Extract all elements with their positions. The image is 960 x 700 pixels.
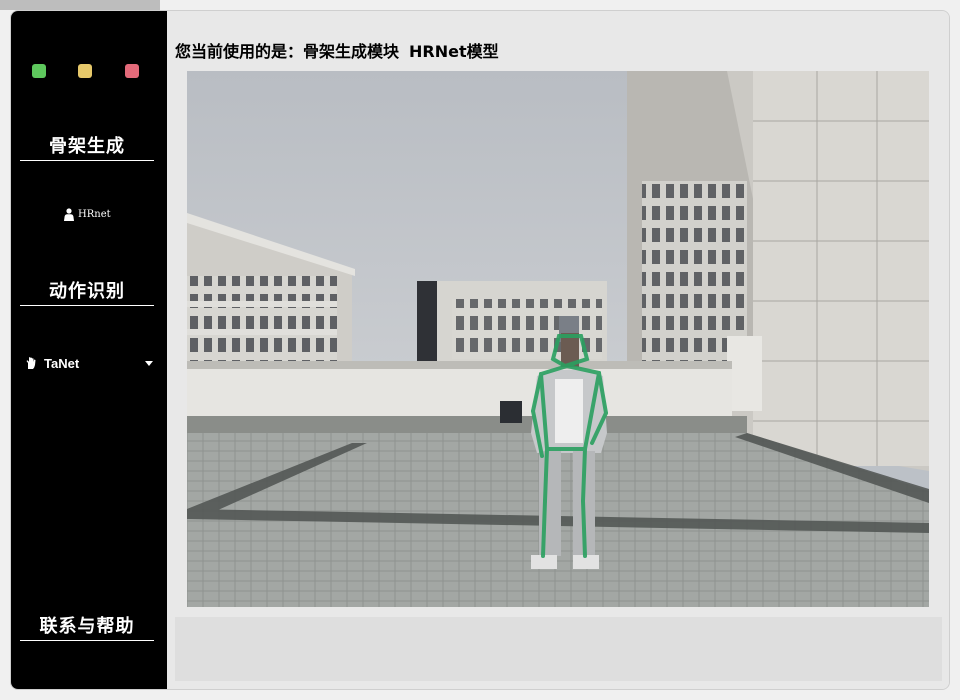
action-section-title: 动作识别 (20, 277, 154, 306)
sidebar-item-tanet[interactable]: TaNet (25, 354, 153, 372)
maximize-button[interactable] (32, 64, 46, 78)
person-icon (64, 208, 74, 221)
main-content: 您当前使用的是：骨架生成模块 HRNet模型 (167, 11, 949, 689)
sidebar-item-hrnet-label: HRnet (78, 209, 111, 220)
page-title-module: 您当前使用的是：骨架生成模块 (175, 42, 400, 61)
skeleton-section-title: 骨架生成 (20, 132, 154, 161)
help-section-title[interactable]: 联系与帮助 (20, 612, 154, 641)
hand-icon (26, 357, 36, 369)
page-title: 您当前使用的是：骨架生成模块 HRNet模型 (175, 38, 499, 62)
window-top-strip (0, 0, 160, 10)
page-title-model: HRNet模型 (409, 42, 499, 61)
chevron-down-icon[interactable] (145, 360, 153, 366)
output-panel (175, 617, 942, 681)
video-frame (187, 71, 929, 607)
sidebar-item-hrnet[interactable]: HRnet (63, 208, 111, 221)
sidebar: 骨架生成 HRnet 动作识别 TaNet 联系与帮助 (11, 11, 167, 689)
sidebar-item-tanet-label: TaNet (44, 355, 80, 371)
window-controls (32, 64, 152, 80)
app-window: 骨架生成 HRnet 动作识别 TaNet 联系与帮助 您当前使用的是：骨架生成… (10, 10, 950, 690)
camera-frame-image (187, 71, 929, 607)
minimize-button[interactable] (78, 64, 92, 78)
close-button[interactable] (125, 64, 139, 78)
